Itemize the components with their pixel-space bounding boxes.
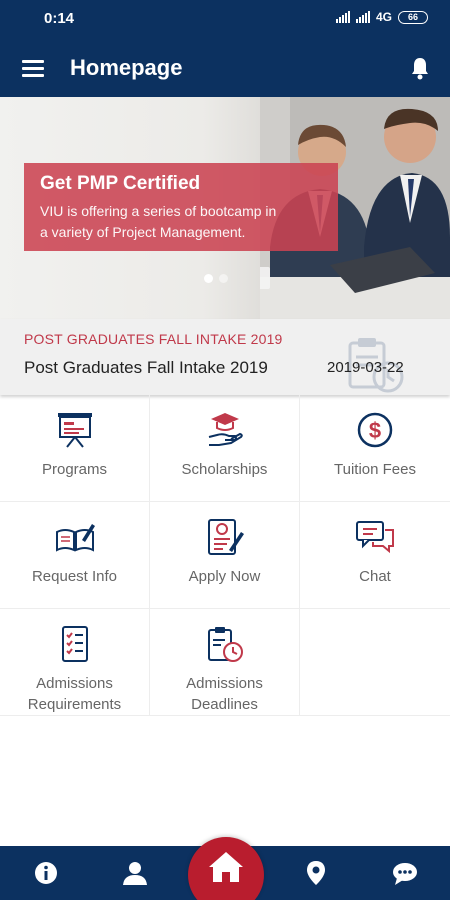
tile-label-line2: Deadlines [191,696,258,713]
banner-title: Get PMP Certified [40,173,201,194]
bell-icon[interactable] [410,56,430,80]
status-indicators: 4G 66 [335,10,428,24]
network-type: 4G [375,10,392,24]
tile-label-line2: Requirements [27,696,122,713]
tile-label: Scholarships [181,461,268,478]
tile-programs[interactable]: Programs [0,395,150,501]
tile-label: Apply Now [188,568,261,585]
tile-chat[interactable]: Chat [300,502,450,608]
chat-icon[interactable] [391,859,419,887]
tile-label: Chat [359,568,391,585]
grid-row: Programs Scholarships $ Tuition Fees [0,395,450,502]
tile-label: Programs [41,461,108,478]
status-bar: 0:14 4G 66 [0,0,450,36]
info-icon[interactable] [32,859,60,887]
home-icon [209,852,243,882]
tile-label: Request Info [31,568,118,585]
status-time: 0:14 [44,10,75,27]
graduation-hand-icon [208,413,243,446]
tile-label: Admissions Requirements [28,673,121,715]
tile-apply-now[interactable]: Apply Now [150,502,300,608]
news-date: 2019-03-22 [327,359,404,376]
tile-admissions-deadlines[interactable]: Admissions Deadlines [150,609,300,715]
carousel-dot[interactable] [204,274,213,283]
tile-tuition-fees[interactable]: $ Tuition Fees [300,395,450,501]
checklist-icon [61,626,88,662]
empty-tile [300,609,450,715]
news-item[interactable]: POST GRADUATES FALL INTAKE 2019 Post Gra… [0,319,450,395]
carousel-indicator [204,274,228,283]
signal-icon-2 [355,11,370,23]
application-form-icon [207,519,244,555]
promo-banner[interactable]: Get PMP Certified VIU is offering a seri… [0,97,450,319]
carousel-dot[interactable] [219,274,228,283]
dollar-coin-icon: $ [357,412,393,448]
location-pin-icon[interactable] [302,859,330,887]
news-tag: POST GRADUATES FALL INTAKE 2019 [24,331,283,347]
profile-icon[interactable] [121,859,149,887]
banner-caption: Get PMP Certified VIU is offering a seri… [24,163,338,251]
menu-icon[interactable] [22,60,44,77]
banner-text-line2: a variety of Project Management. [40,224,246,240]
chat-bubbles-icon [356,521,394,554]
tile-label-line1: Admissions [186,675,263,692]
svg-text:$: $ [369,418,381,443]
tile-admissions-requirements[interactable]: Admissions Requirements [0,609,150,715]
tile-label-line1: Admissions [36,675,113,692]
menu-grid: Programs Scholarships $ Tuition Fees Req… [0,395,450,716]
app-bar: Homepage [0,36,450,97]
tile-request-info[interactable]: Request Info [0,502,150,608]
page-title: Homepage [70,55,183,80]
banner-text-line1: VIU is offering a series of bootcamp in [40,203,277,219]
grid-row: Admissions Requirements Admissions Deadl… [0,609,450,716]
news-headline: Post Graduates Fall Intake 2019 [24,358,268,377]
grid-row: Request Info Apply Now Chat [0,502,450,609]
battery-icon: 66 [398,10,428,24]
tile-scholarships[interactable]: Scholarships [150,395,300,501]
signal-icon [335,11,350,23]
clipboard-clock-icon [207,627,243,662]
tile-label: Admissions Deadlines [186,673,263,715]
book-pen-icon [55,524,95,552]
presentation-board-icon [57,413,92,448]
tile-label: Tuition Fees [334,461,416,478]
